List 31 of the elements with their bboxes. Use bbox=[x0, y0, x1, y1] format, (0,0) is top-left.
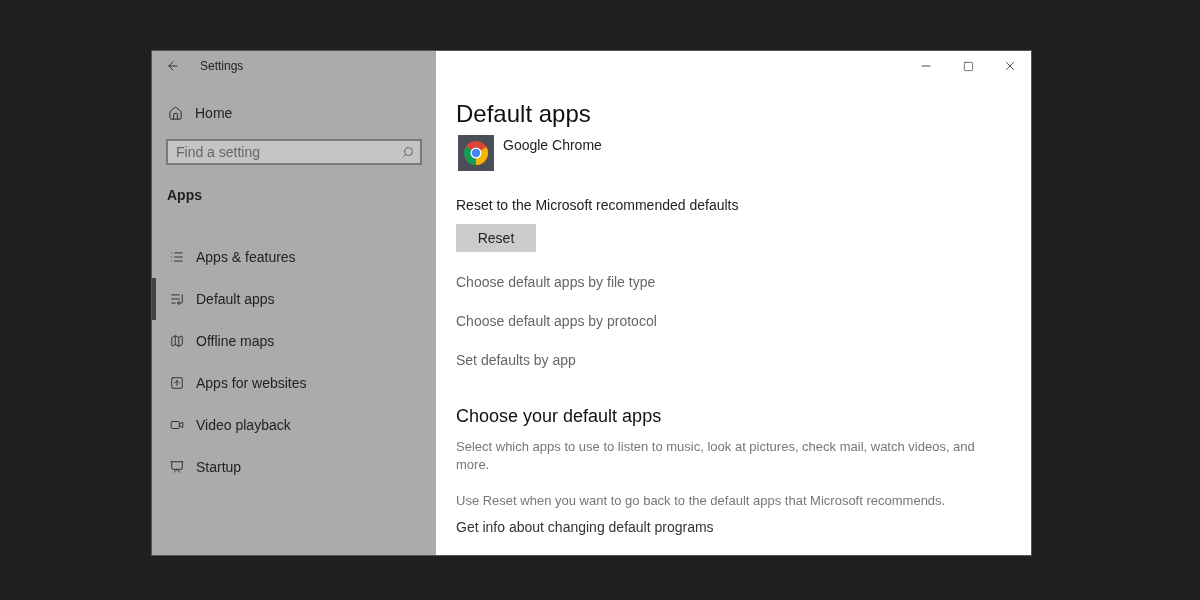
settings-link[interactable]: Set defaults by app bbox=[456, 350, 576, 371]
list-icon bbox=[170, 250, 184, 264]
settings-link[interactable]: Choose default apps by protocol bbox=[456, 311, 657, 332]
section-title: Choose your default apps bbox=[456, 405, 663, 428]
reset-button[interactable]: Reset bbox=[456, 224, 536, 252]
window-title: Settings bbox=[200, 58, 244, 75]
home-link[interactable]: Home bbox=[152, 99, 436, 127]
video-camera-icon bbox=[170, 418, 184, 432]
nav-item[interactable]: Apps & features bbox=[152, 236, 436, 278]
list-icon bbox=[170, 292, 184, 306]
back-icon[interactable] bbox=[166, 59, 180, 73]
close-icon bbox=[1003, 59, 1017, 73]
description-text: Select which apps to use to listen to music, look at pictures, check mail, watch videos, and more. bbox=[456, 438, 976, 474]
page-title: Default apps bbox=[456, 99, 592, 129]
note-text: Use Reset when you want to go back to the default apps that Microsoft recommends. bbox=[456, 492, 947, 510]
nav-item[interactable]: Apps for websites bbox=[152, 362, 436, 404]
search-field[interactable]: Find a setting bbox=[166, 139, 422, 165]
nav-item[interactable]: Default apps bbox=[152, 278, 436, 320]
browser-app-icon bbox=[458, 135, 494, 171]
map-icon bbox=[170, 334, 184, 348]
maximize-icon bbox=[962, 60, 974, 72]
section-heading: Apps bbox=[166, 186, 203, 205]
reset-label: Reset to the Microsoft recommended defaults bbox=[456, 196, 740, 215]
search-icon bbox=[402, 146, 414, 158]
app-name[interactable]: Google Chrome bbox=[503, 135, 602, 156]
home-icon bbox=[168, 105, 183, 121]
nav-item[interactable]: Video playback bbox=[152, 404, 436, 446]
nav-item[interactable]: Offline maps bbox=[152, 320, 436, 362]
info-link[interactable]: Get info about changing default programs bbox=[456, 516, 714, 538]
nav-item[interactable]: Startup bbox=[152, 446, 436, 488]
settings-link[interactable]: Choose default apps by file type bbox=[456, 272, 656, 293]
